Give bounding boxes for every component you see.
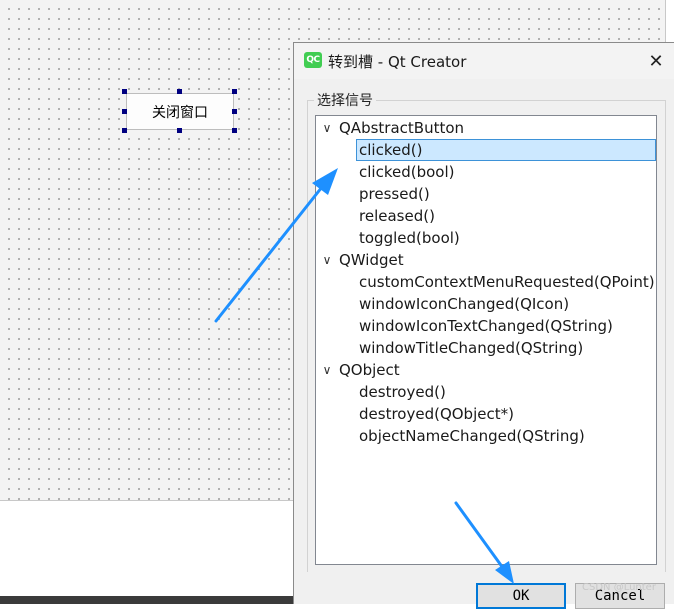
signal-item[interactable]: windowIconChanged(QIcon) [316,293,656,315]
signal-item[interactable]: destroyed(QObject*) [316,403,656,425]
signal-label: destroyed(QObject*) [359,405,514,423]
signal-label: customContextMenuRequested(QPoint) [359,273,655,291]
signal-item[interactable]: customContextMenuRequested(QPoint) [316,271,656,293]
signal-item[interactable]: objectNameChanged(QString) [316,425,656,447]
expand-chevron-icon[interactable]: ∨ [320,117,334,139]
ok-button-label: OK [512,588,530,604]
signal-label: windowIconTextChanged(QString) [359,317,613,335]
signal-label: toggled(bool) [359,229,460,247]
signal-item[interactable]: destroyed() [316,381,656,403]
signal-label: pressed() [359,185,430,203]
ok-button[interactable]: OK [476,583,566,609]
signal-tree[interactable]: ∨ QAbstractButton clicked() clicked(bool) pr… [315,115,657,565]
tree-group-label: QAbstractButton [339,119,465,137]
dialog-titlebar[interactable]: QC 转到槽 - Qt Creator ✕ [294,43,674,79]
push-button-label: 关闭窗口 [152,104,208,121]
signal-label: windowIconChanged(QIcon) [359,295,570,313]
signal-item[interactable]: clicked(bool) [316,161,656,183]
signal-item[interactable]: toggled(bool) [316,227,656,249]
close-icon[interactable]: ✕ [644,49,668,73]
qt-creator-icon: QC [304,52,322,68]
resize-handle[interactable] [122,109,127,114]
resize-handle[interactable] [232,89,237,94]
signal-label: released() [359,207,435,225]
groupbox-title: 选择信号 [314,90,376,110]
watermark: CSDN @Lunter [582,582,656,593]
go-to-slot-dialog: QC 转到槽 - Qt Creator ✕ 选择信号 ∨ QAbstractBut… [293,42,674,609]
signal-label: windowTitleChanged(QString) [359,339,584,357]
signal-item[interactable]: clicked() [316,139,656,161]
tree-group-label: QObject [339,361,400,379]
expand-chevron-icon[interactable]: ∨ [320,249,334,271]
resize-handle[interactable] [177,128,182,133]
signal-item[interactable]: windowIconTextChanged(QString) [316,315,656,337]
expand-chevron-icon[interactable]: ∨ [320,359,334,381]
tree-group-label: QWidget [339,251,404,269]
close-window-push-button[interactable]: 关闭窗口 [126,93,234,130]
signal-item[interactable]: pressed() [316,183,656,205]
resize-handle[interactable] [232,128,237,133]
signal-item[interactable]: released() [316,205,656,227]
resize-handle[interactable] [122,89,127,94]
signal-label: objectNameChanged(QString) [359,427,585,445]
resize-handle[interactable] [122,128,127,133]
signal-label: destroyed() [359,383,446,401]
dialog-title: 转到槽 - Qt Creator [328,53,467,71]
signal-label: clicked() [356,139,656,161]
resize-handle[interactable] [232,109,237,114]
signal-item[interactable]: windowTitleChanged(QString) [316,337,656,359]
resize-handle[interactable] [177,89,182,94]
signal-label: clicked(bool) [359,163,455,181]
